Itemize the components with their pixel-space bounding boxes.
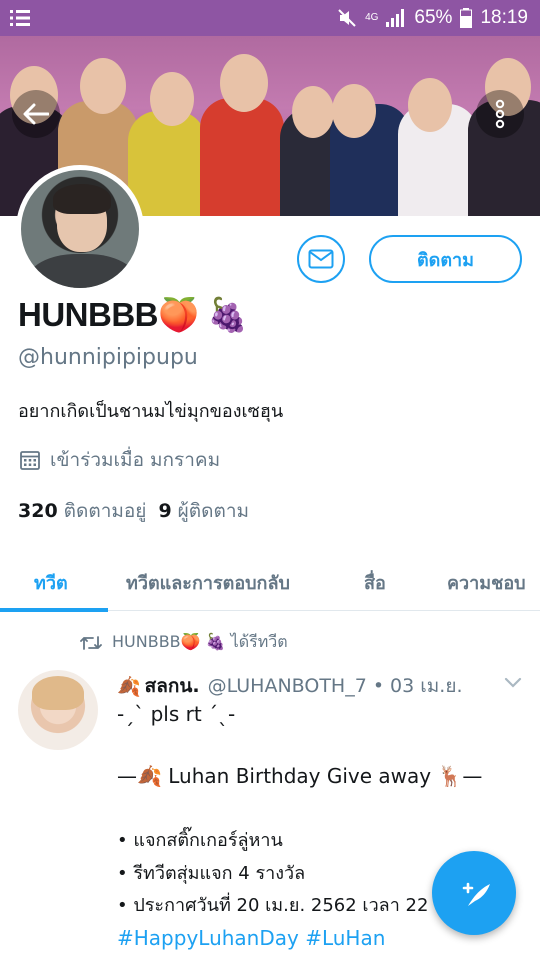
following-link[interactable]: 320 ติดตามอยู่ [18, 496, 146, 526]
back-button[interactable] [12, 90, 60, 138]
more-vertical-icon [495, 99, 505, 129]
tweet-line: • แจกสติ๊กเกอร์ลู่หาน [117, 830, 283, 851]
mute-icon [338, 9, 356, 27]
author-emoji: 🍂 [117, 675, 141, 698]
joined-text: เข้าร่วมเมื่อ มกราคม [50, 449, 221, 471]
back-arrow-icon [23, 103, 49, 125]
chevron-down-icon[interactable] [503, 676, 523, 690]
clock: 18:19 [480, 7, 528, 28]
active-tab-indicator [0, 608, 108, 612]
followers-link[interactable]: 9 ผู้ติดตาม [158, 496, 249, 526]
joined-date: เข้าร่วมเมื่อ มกราคม [20, 445, 220, 475]
profile-avatar[interactable] [16, 165, 144, 293]
tweet-author-name[interactable]: สลกน. [145, 671, 200, 701]
tab-tweets-replies[interactable]: ทวีตและการตอบกลับ [126, 568, 290, 597]
compose-icon [462, 882, 490, 906]
follow-button[interactable]: ติดตาม [369, 235, 522, 283]
tweet-date: • 03 เม.ย. [372, 675, 463, 697]
retweet-label: HUNBBB🍑 🍇 ได้รีทวีต [112, 632, 288, 651]
more-options-button[interactable] [476, 90, 524, 138]
tab-likes[interactable]: ความชอบ [447, 568, 526, 597]
retweet-context: HUNBBB🍑 🍇 ได้รีทวีต [80, 630, 288, 655]
network-type: 4G [365, 12, 379, 23]
following-count: 320 [18, 500, 58, 522]
following-label: ติดตามอยู่ [63, 500, 147, 522]
follow-stats: 320 ติดตามอยู่ 9 ผู้ติดตาม [18, 496, 249, 526]
tweet-line: —🍂 Luhan Birthday Give away 🦌— [117, 764, 483, 788]
compose-tweet-button[interactable] [432, 851, 516, 935]
status-bar: 4G 65% 18:19 [0, 0, 540, 36]
tweet-hashtags[interactable]: #HappyLuhanDay #LuHan [117, 928, 385, 948]
message-button[interactable] [297, 235, 345, 283]
tweet-line: • ประกาศวันที่ 20 เม.ย. 2562 เวลา 22 [117, 895, 429, 916]
display-name: HUNBBB🍑 🍇 [18, 296, 248, 333]
tweet-line: • รีทวีตสุ่มแจก 4 รางวัล [117, 863, 306, 884]
tab-tweets[interactable]: ทวีต [34, 568, 68, 597]
signal-icon [386, 9, 405, 27]
profile-tabs: ทวีต ทวีตและการตอบกลับ สื่อ ความชอบ [0, 548, 540, 612]
tweet-header: 🍂 สลกน. @LUHANBOTH_7 • 03 เม.ย. [117, 671, 463, 701]
battery-icon [460, 8, 473, 28]
profile-bio: อยากเกิดเป็นชานมไข่มุกของเซฮุน [18, 401, 284, 422]
menu-icon [10, 10, 30, 26]
followers-label: ผู้ติดตาม [177, 500, 250, 522]
calendar-icon [20, 451, 40, 470]
user-handle: @hunnipipipupu [18, 345, 198, 370]
mail-icon [308, 249, 334, 269]
tweet-author-avatar[interactable] [18, 670, 98, 750]
tab-media[interactable]: สื่อ [364, 568, 386, 597]
retweet-icon [80, 635, 102, 650]
followers-count: 9 [158, 500, 172, 522]
battery-percent: 65% [414, 7, 453, 28]
tweet-author-handle[interactable]: @LUHANBOTH_7 [208, 675, 367, 697]
tweet-line: -ˏˋ pls rt ˊˎ- [117, 702, 236, 726]
